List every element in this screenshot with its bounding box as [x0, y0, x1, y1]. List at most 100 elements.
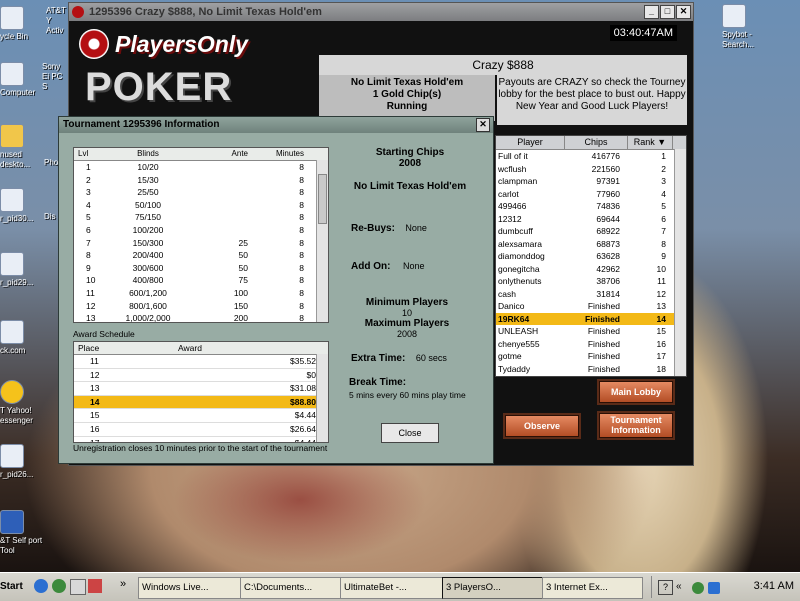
- blind-ante: [188, 161, 248, 174]
- observe-button[interactable]: Observe: [505, 415, 579, 437]
- maximize-icon[interactable]: □: [660, 5, 675, 19]
- player-row[interactable]: 12312 69644 6: [496, 213, 686, 226]
- blind-level-row[interactable]: 7 150/300 25 8: [74, 237, 328, 250]
- player-chips: 31814: [596, 288, 620, 299]
- blind-level-row[interactable]: 10 400/800 75 8: [74, 274, 328, 287]
- award-row[interactable]: 16 $26.64: [74, 423, 328, 437]
- award-row[interactable]: 11 $35.52: [74, 355, 328, 369]
- player-row[interactable]: carlot 77960 4: [496, 188, 686, 201]
- blind-level-row[interactable]: 3 25/50 8: [74, 186, 328, 199]
- player-row[interactable]: onlythenuts 38706 11: [496, 275, 686, 288]
- player-chips: 69644: [596, 213, 620, 224]
- col-rank[interactable]: Rank ▼: [628, 136, 673, 149]
- player-row[interactable]: wcflush 221560 2: [496, 163, 686, 176]
- blind-minutes: 8: [299, 199, 304, 210]
- desktop-icon-att-support[interactable]: &T Self port Tool: [0, 510, 46, 556]
- desktop-icon-file-3[interactable]: r_pid26...: [0, 444, 46, 480]
- player-row[interactable]: Full of it 416776 1: [496, 150, 686, 163]
- blind-level-row[interactable]: 4 50/100 8: [74, 199, 328, 212]
- award-row[interactable]: 15 $4.44: [74, 409, 328, 423]
- blind-level-row[interactable]: 9 300/600 50 8: [74, 262, 328, 275]
- help-icon[interactable]: ?: [658, 580, 673, 595]
- player-row[interactable]: Danico Finished 13: [496, 300, 686, 313]
- award-row[interactable]: 13 $31.08: [74, 382, 328, 396]
- close-button[interactable]: Close: [381, 423, 439, 443]
- desktop-icon-file-2[interactable]: r_pid29...: [0, 252, 46, 288]
- main-lobby-button[interactable]: Main Lobby: [599, 381, 673, 403]
- player-row[interactable]: chenye555 Finished 16: [496, 338, 686, 351]
- player-row[interactable]: dumbcuff 68922 7: [496, 225, 686, 238]
- taskbar-documents[interactable]: C:\Documents...: [240, 577, 341, 599]
- scroll-thumb[interactable]: [318, 174, 327, 224]
- chevron-double-icon[interactable]: »: [120, 578, 126, 590]
- desktop-icon-file-1[interactable]: r_pid30...: [0, 188, 46, 224]
- player-chips: Finished: [587, 301, 620, 311]
- blind-amount: 1,000/2,000: [125, 313, 171, 323]
- desktop-icon-recycle-bin[interactable]: ycle Bin: [0, 6, 46, 42]
- taskbar-playersonly[interactable]: 3 PlayersO...: [442, 577, 543, 599]
- close-icon[interactable]: ✕: [676, 5, 691, 19]
- tray-icon[interactable]: [708, 582, 720, 594]
- desktop-icon-pho[interactable]: Pho: [44, 158, 58, 168]
- players-scrollbar[interactable]: [674, 149, 686, 376]
- desktop-icon-spybot[interactable]: Spybot - Search...: [722, 4, 782, 50]
- blind-level-row[interactable]: 2 15/30 8: [74, 174, 328, 187]
- player-row[interactable]: UNLEASH Finished 15: [496, 325, 686, 338]
- desktop-icon-att-activ[interactable]: AT&T Y Activ: [46, 6, 68, 36]
- player-row[interactable]: gonegitcha 42962 10: [496, 263, 686, 276]
- player-chips: Finished: [587, 363, 620, 374]
- blind-ante: 200: [233, 313, 248, 323]
- award-row[interactable]: 12 $0: [74, 369, 328, 383]
- ie-quicklaunch-icon[interactable]: [34, 579, 48, 593]
- player-row[interactable]: gotme Finished 17: [496, 350, 686, 363]
- blind-schedule-table[interactable]: Lvl Blinds Ante Minutes 1 10/20 8 2 15/30 8 3 2…: [73, 147, 329, 323]
- tray-chevron-icon[interactable]: «: [676, 581, 682, 592]
- blind-amount: 75/150: [135, 212, 161, 223]
- taskbar-ultimatebet[interactable]: UltimateBet -...: [340, 577, 443, 599]
- blind-level-row[interactable]: 5 75/150 8: [74, 211, 328, 224]
- minimize-icon[interactable]: _: [644, 5, 659, 19]
- desktop-icon-shortcut[interactable]: ck.com: [0, 320, 46, 356]
- blind-level-row[interactable]: 8 200/400 50 8: [74, 249, 328, 262]
- blind-level-row[interactable]: 6 100/200 8: [74, 224, 328, 237]
- dialog-close-icon[interactable]: ✕: [476, 118, 490, 132]
- player-row[interactable]: alexsamara 68873 8: [496, 238, 686, 251]
- desktop-icon-computer[interactable]: Computer: [0, 62, 46, 98]
- desktop-icon-yahoo[interactable]: T Yahoo! essenger: [0, 380, 46, 426]
- tournament-name: Crazy $888: [319, 55, 687, 75]
- blind-ante: [188, 224, 248, 237]
- award-schedule-table[interactable]: Place Award 11 $35.52 12 $0 13 $31.08 14 $88.80…: [73, 341, 329, 443]
- blind-level-row[interactable]: 11 600/1,200 100 8: [74, 287, 328, 300]
- awards-scrollbar[interactable]: [316, 354, 328, 442]
- player-row[interactable]: 499466 74836 5: [496, 200, 686, 213]
- player-row[interactable]: Tydaddy Finished 18: [496, 363, 686, 376]
- taskbar-internet-explorer[interactable]: 3 Internet Ex...: [542, 577, 643, 599]
- desktop-icon-sony[interactable]: Sony Ei PC S: [42, 62, 68, 92]
- taskbar: Start » Windows Live... C:\Documents... …: [0, 572, 800, 601]
- player-row[interactable]: 19RK64 Finished 14: [496, 312, 686, 325]
- players-list[interactable]: Player Chips Rank ▼ Full of it 416776 1 wcf…: [495, 135, 687, 377]
- player-row[interactable]: cash 31814 12: [496, 288, 686, 301]
- tournament-information-button[interactable]: Tournament Information: [599, 413, 673, 438]
- award-row[interactable]: 14 $88.80: [74, 395, 328, 410]
- player-row[interactable]: diamonddog 63628 9: [496, 250, 686, 263]
- lobby-title-bar[interactable]: 1295396 Crazy $888, No Limit Texas Hold'…: [69, 3, 693, 21]
- blind-level-row[interactable]: 1 10/20 8: [74, 161, 328, 174]
- game-type: No Limit Texas Hold'em: [350, 77, 464, 88]
- col-player[interactable]: Player: [496, 136, 565, 149]
- col-chips[interactable]: Chips: [565, 136, 628, 149]
- blind-level-row[interactable]: 12 800/1,600 150 8: [74, 300, 328, 313]
- desktop-icon-unused[interactable]: nused deskto...: [0, 124, 46, 170]
- blind-level-row[interactable]: 13 1,000/2,000 200 8: [74, 312, 328, 323]
- dialog-title-bar[interactable]: Tournament 1295396 Information ✕: [59, 117, 493, 133]
- start-button[interactable]: Start: [0, 576, 23, 598]
- quicklaunch-icon[interactable]: [52, 579, 66, 593]
- quicklaunch-icon[interactable]: [88, 579, 102, 593]
- taskbar-windows-live[interactable]: Windows Live...: [138, 577, 241, 599]
- desktop-icon-dis[interactable]: Dis: [44, 212, 58, 222]
- player-rank: 9: [661, 251, 666, 261]
- player-row[interactable]: clampman 97391 3: [496, 175, 686, 188]
- tray-icon[interactable]: [692, 582, 704, 594]
- quicklaunch-icon[interactable]: [70, 579, 86, 595]
- blinds-scrollbar[interactable]: [316, 160, 328, 322]
